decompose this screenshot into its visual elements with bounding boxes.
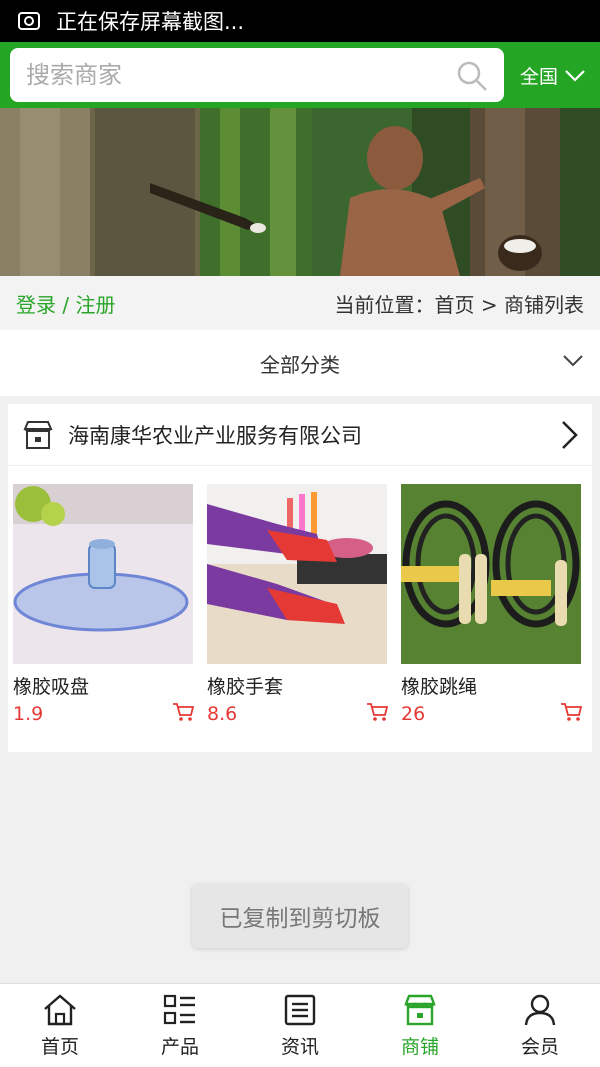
shop-name: 海南康华农业产业服务有限公司 [68,423,362,448]
tab-shops[interactable]: 商铺 [360,984,480,1067]
product-name: 橡胶吸盘 [13,676,90,698]
status-notification: 正在保存屏幕截图... [56,10,245,34]
status-bar: 正在保存屏幕截图... [0,0,600,42]
breadcrumb-bar: 登录 / 注册 当前位置：首页 > 商铺列表 [0,276,600,330]
bottom-tab-bar: 首页 产品 资讯 商铺 会员 [0,983,600,1067]
search-box[interactable] [10,48,504,102]
tab-label: 资讯 [280,1036,319,1058]
header: 全国 [0,42,600,108]
tab-member[interactable]: 会员 [480,984,600,1067]
category-label: 全部分类 [260,352,340,377]
category-dropdown[interactable]: 全部分类 [0,330,600,396]
chevron-down-icon [565,69,585,82]
list-icon [163,994,195,1025]
tab-label: 会员 [520,1036,559,1058]
product-item[interactable]: 橡胶吸盘 1.9 [8,484,202,725]
product-list: 橡胶吸盘 1.9 橡胶手套 8.6 橡胶跳绳 26 [8,484,592,725]
region-selector[interactable]: 全国 [520,62,586,89]
shop-card: 海南康华农业产业服务有限公司 橡胶吸盘 1.9 橡胶手套 8.6 橡胶跳绳 26 [8,404,592,752]
banner-image[interactable] [0,108,600,276]
chevron-down-icon [563,355,583,367]
breadcrumb: 当前位置：首页 > 商铺列表 [334,292,584,317]
screenshot-icon [18,11,40,31]
tab-label: 产品 [160,1036,199,1058]
product-image-jump-rope[interactable] [401,484,581,664]
product-name: 橡胶跳绳 [401,676,478,698]
cart-icon[interactable] [172,702,194,722]
login-register-link[interactable]: 登录 / 注册 [16,289,115,318]
store-icon [404,994,436,1026]
product-item[interactable]: 橡胶跳绳 26 [396,484,590,725]
toast-message: 已复制到剪切板 [192,884,408,948]
tab-label: 商铺 [400,1036,439,1058]
product-name: 橡胶手套 [207,676,284,698]
search-input[interactable] [26,61,426,89]
shop-header[interactable]: 海南康华农业产业服务有限公司 [8,404,592,466]
home-icon [44,994,76,1026]
tab-label: 首页 [40,1036,79,1058]
product-item[interactable]: 橡胶手套 8.6 [202,484,396,725]
region-label: 全国 [520,66,559,88]
cart-icon[interactable] [560,702,582,722]
search-icon[interactable] [456,60,488,96]
tab-products[interactable]: 产品 [120,984,240,1067]
product-image-gloves[interactable] [207,484,387,664]
store-icon [23,420,53,449]
user-icon [524,994,556,1026]
tab-home[interactable]: 首页 [0,984,120,1067]
cart-icon[interactable] [366,702,388,722]
chevron-right-icon[interactable] [560,420,578,450]
product-image-suction-cup[interactable] [13,484,193,664]
tab-news[interactable]: 资讯 [240,984,360,1067]
news-icon [284,994,316,1026]
